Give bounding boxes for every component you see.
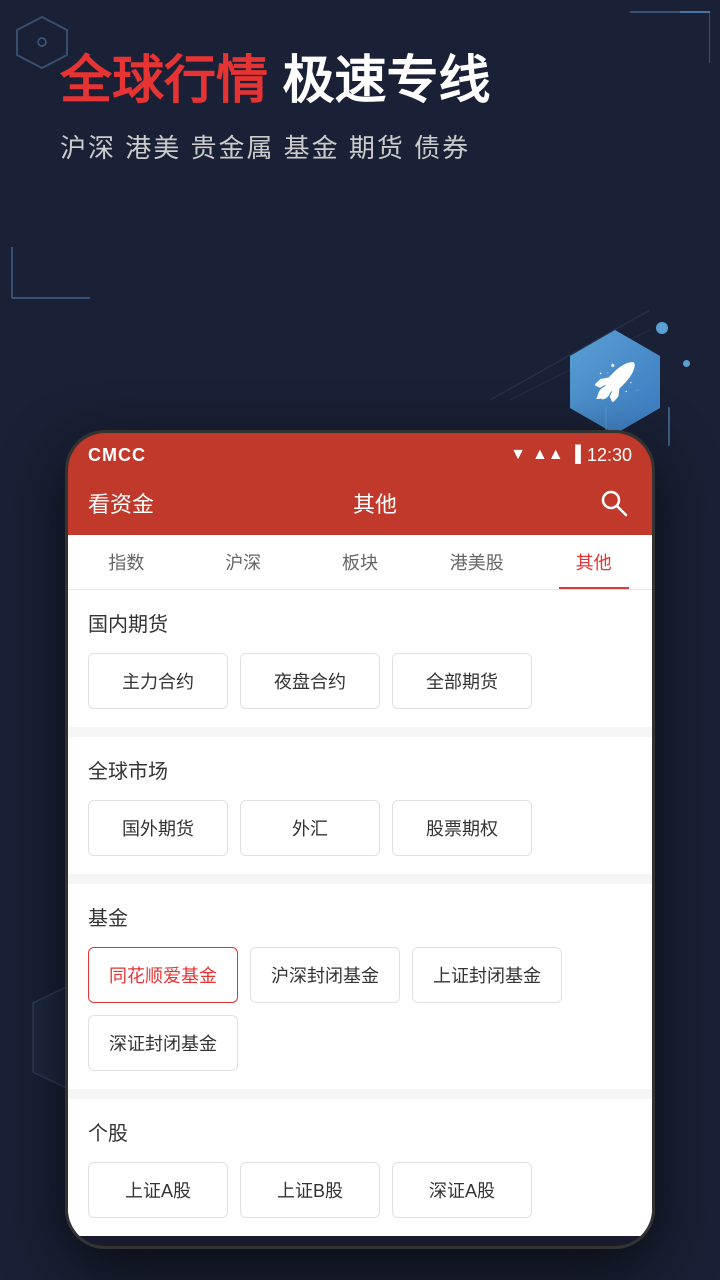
section-title-global-market: 全球市场 [88,755,632,784]
btn-shanghai-b[interactable]: 上证B股 [240,1162,380,1218]
tab-index[interactable]: 指数 [68,535,185,589]
wifi-icon: ▼ [510,446,526,464]
section-title-funds: 基金 [88,902,632,931]
phone-mockup: CMCC ▼ ▲▲ ▐ 12:30 看资金 其他 指数 [65,430,655,1249]
battery-icon: ▐ [570,446,581,464]
individual-stocks-buttons: 上证A股 上证B股 深证A股 [88,1162,632,1218]
btn-tonghuashun-fund[interactable]: 同花顺爱基金 [88,947,238,1003]
section-global-market: 全球市场 国外期货 外汇 股票期权 [68,737,652,874]
btn-zhuli[interactable]: 主力合约 [88,653,228,709]
global-market-buttons: 国外期货 外汇 股票期权 [88,800,632,856]
btn-shanghai-a[interactable]: 上证A股 [88,1162,228,1218]
rocket-dot-small [683,360,690,367]
hero-section: 全球行情 极速专线 沪深 港美 贵金属 基金 期货 债券 [0,0,720,195]
app-header: 看资金 其他 [68,477,652,535]
corner-bracket-bottom-left [10,245,100,300]
hero-subtitle: 沪深 港美 贵金属 基金 期货 债券 [60,128,660,165]
header-left-label[interactable]: 看资金 [88,487,154,519]
status-time: 12:30 [587,445,632,466]
btn-shangzheng-closed-fund[interactable]: 上证封闭基金 [412,947,562,1003]
hero-title: 全球行情 极速专线 [60,50,660,112]
hero-title-white: 极速专线 [268,52,490,110]
funds-buttons-row1: 同花顺爱基金 沪深封闭基金 上证封闭基金 [88,947,632,1003]
hero-title-red: 全球行情 [60,52,268,110]
btn-shenzheng-closed-fund[interactable]: 深证封闭基金 [88,1015,238,1071]
rocket-dot-large [656,322,668,334]
tab-bar: 指数 沪深 板块 港美股 其他 [68,535,652,590]
tab-bankuai[interactable]: 板块 [302,535,419,589]
btn-quanbu-futures[interactable]: 全部期货 [392,653,532,709]
section-title-domestic-futures: 国内期货 [88,608,632,637]
btn-shenzhen-a[interactable]: 深证A股 [392,1162,532,1218]
status-bar: CMCC ▼ ▲▲ ▐ 12:30 [68,433,652,477]
btn-forex[interactable]: 外汇 [240,800,380,856]
content-area: 国内期货 主力合约 夜盘合约 全部期货 全球市场 国外期货 外汇 股票期权 基金 [68,590,652,1236]
section-title-individual-stocks: 个股 [88,1117,632,1146]
search-icon [600,489,628,517]
tab-other[interactable]: 其他 [535,535,652,589]
status-right: ▼ ▲▲ ▐ 12:30 [510,445,632,466]
rocket-area [570,330,660,434]
search-button[interactable] [596,485,632,521]
btn-hushen-closed-fund[interactable]: 沪深封闭基金 [250,947,400,1003]
section-individual-stocks: 个股 上证A股 上证B股 深证A股 [68,1099,652,1236]
section-domestic-futures: 国内期货 主力合约 夜盘合约 全部期货 [68,590,652,727]
btn-foreign-futures[interactable]: 国外期货 [88,800,228,856]
signal-icon: ▲▲ [532,446,564,464]
btn-stock-options[interactable]: 股票期权 [392,800,532,856]
tab-gangmei[interactable]: 港美股 [418,535,535,589]
carrier-text: CMCC [88,445,146,466]
domestic-futures-buttons: 主力合约 夜盘合约 全部期货 [88,653,632,709]
funds-buttons-row2: 深证封闭基金 [88,1003,632,1071]
btn-yepan[interactable]: 夜盘合约 [240,653,380,709]
tab-hushen[interactable]: 沪深 [185,535,302,589]
phone-mockup-wrapper: CMCC ▼ ▲▲ ▐ 12:30 看资金 其他 指数 [65,430,655,1249]
header-center-label: 其他 [353,487,397,519]
section-funds: 基金 同花顺爱基金 沪深封闭基金 上证封闭基金 深证封闭基金 [68,884,652,1089]
